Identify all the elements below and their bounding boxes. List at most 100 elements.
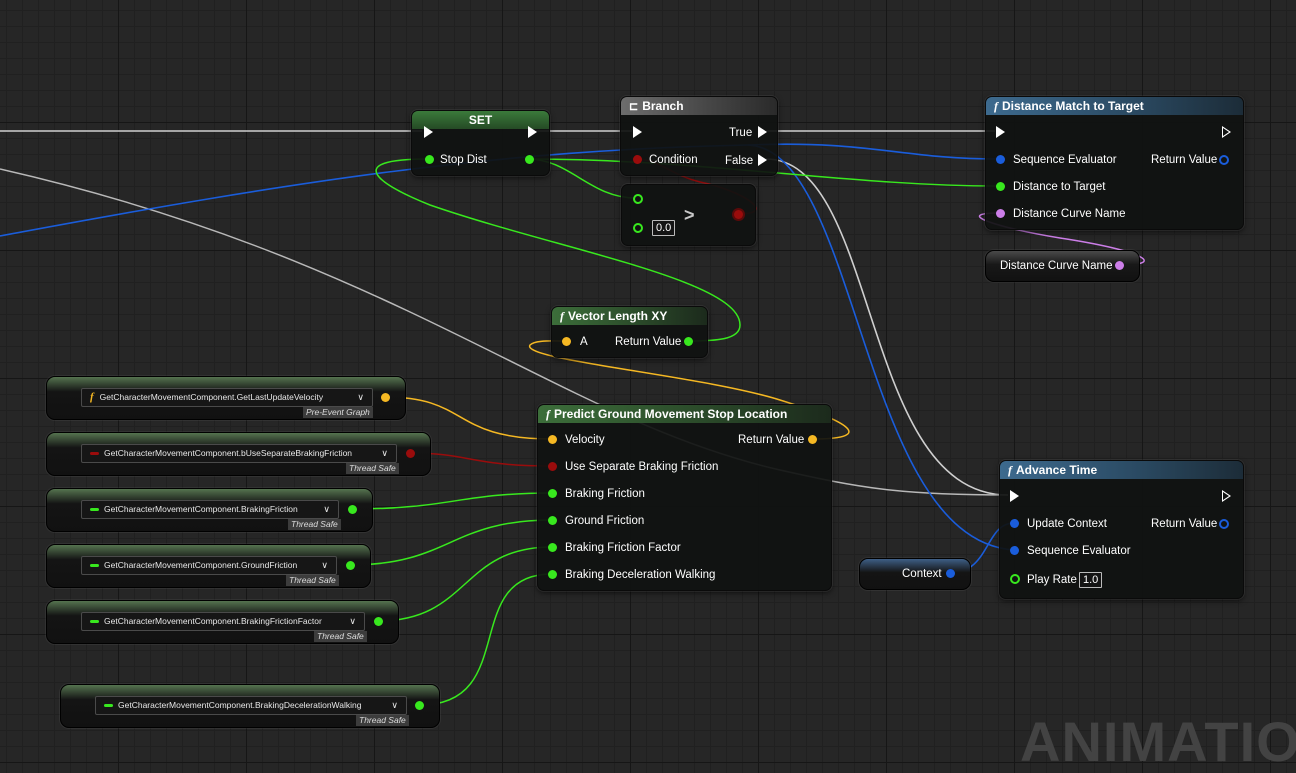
return-value-pin[interactable] — [808, 435, 817, 444]
braking-decel-walking-label: Braking Deceleration Walking — [565, 569, 716, 581]
condition-label: Condition — [649, 154, 698, 166]
return-value-pin[interactable] — [684, 337, 693, 346]
vector-a-label: A — [580, 336, 588, 348]
getter-dropdown[interactable]: GetCharacterMovementComponent.BrakingFri… — [81, 500, 339, 519]
float-dash-icon — [90, 508, 99, 512]
compare-a-pin[interactable] — [633, 194, 643, 204]
getter-out-pin[interactable] — [346, 561, 355, 570]
distance-to-target-pin[interactable] — [996, 182, 1005, 191]
return-value-pin[interactable] — [1219, 155, 1229, 165]
play-rate-pin[interactable] — [1010, 574, 1020, 584]
return-value-label: Return Value — [1151, 518, 1218, 530]
sequence-evaluator-pin[interactable] — [996, 155, 1005, 164]
set-node[interactable]: SET Stop Dist — [411, 110, 550, 176]
getter-dropdown[interactable]: GetCharacterMovementComponent.BrakingDec… — [95, 696, 407, 715]
getter-label: GetCharacterMovementComponent.bUseSepara… — [104, 448, 353, 458]
stop-dist-in-pin[interactable] — [425, 155, 434, 164]
distance-curve-name-variable[interactable]: Distance Curve Name — [985, 250, 1140, 282]
getter-out-pin[interactable] — [348, 505, 357, 514]
update-context-label: Update Context — [1027, 518, 1107, 530]
false-exec-pin[interactable] — [758, 154, 767, 166]
vector-length-node[interactable]: f Vector Length XY A Return Value — [551, 306, 708, 358]
return-value-label: Return Value — [615, 336, 682, 348]
predict-title: Predict Ground Movement Stop Location — [554, 407, 788, 421]
vector-a-pin[interactable] — [562, 337, 571, 346]
getter-out-pin[interactable] — [381, 393, 390, 402]
context-out-pin[interactable] — [946, 569, 955, 578]
float-wire — [377, 546, 553, 622]
distance-match-node[interactable]: f Distance Match to Target Sequence Evalu… — [985, 96, 1244, 230]
getter-out-pin[interactable] — [374, 617, 383, 626]
getter-tag: Thread Safe — [286, 575, 339, 586]
getter-tag: Thread Safe — [288, 519, 341, 530]
getter-dropdown[interactable]: GetCharacterMovementComponent.BrakingFri… — [81, 612, 365, 631]
getter-ground-friction[interactable]: GetCharacterMovementComponent.GroundFric… — [46, 544, 371, 588]
function-icon: f — [546, 407, 550, 421]
function-icon: f — [994, 99, 998, 113]
distance-curve-name-label: Distance Curve Name — [1013, 208, 1126, 220]
braking-decel-walking-pin[interactable] — [548, 570, 557, 579]
true-exec-pin[interactable] — [758, 126, 767, 138]
getter-label: GetCharacterMovementComponent.GroundFric… — [104, 560, 298, 570]
sequence-evaluator-label: Sequence Evaluator — [1013, 154, 1117, 166]
getter-use-separate-braking[interactable]: GetCharacterMovementComponent.bUseSepara… — [46, 432, 431, 476]
velocity-label: Velocity — [565, 434, 605, 446]
stop-dist-out-pin[interactable] — [525, 155, 534, 164]
getter-last-update-velocity[interactable]: f GetCharacterMovementComponent.GetLastUp… — [46, 376, 406, 420]
compare-node[interactable]: > 0.0 — [621, 184, 756, 246]
predict-stop-location-node[interactable]: f Predict Ground Movement Stop Location V… — [537, 404, 832, 591]
getter-braking-decel-walking[interactable]: GetCharacterMovementComponent.BrakingDec… — [60, 684, 440, 728]
branch-node[interactable]: ⊏ Branch True Condition False — [620, 96, 778, 176]
use-separate-braking-pin[interactable] — [548, 462, 557, 471]
braking-friction-label: Braking Friction — [565, 488, 645, 500]
velocity-pin[interactable] — [548, 435, 557, 444]
float-wire — [351, 492, 553, 510]
vector-length-title: Vector Length XY — [568, 309, 668, 323]
greater-than-operator: > — [684, 205, 695, 225]
getter-dropdown[interactable]: GetCharacterMovementComponent.GroundFric… — [81, 556, 337, 575]
function-icon: f — [1008, 463, 1012, 477]
advance-time-node[interactable]: f Advance Time Update Context Return Valu… — [999, 460, 1244, 599]
getter-braking-friction-factor[interactable]: GetCharacterMovementComponent.BrakingFri… — [46, 600, 399, 644]
context-variable[interactable]: Context — [859, 558, 971, 590]
compare-b-pin[interactable] — [633, 223, 643, 233]
exec-out-pin[interactable] — [528, 126, 537, 138]
sequence-evaluator-pin[interactable] — [1010, 546, 1019, 555]
stop-dist-label: Stop Dist — [440, 154, 487, 166]
getter-out-pin[interactable] — [415, 701, 424, 710]
getter-dropdown[interactable]: GetCharacterMovementComponent.bUseSepara… — [81, 444, 397, 463]
getter-label: GetCharacterMovementComponent.GetLastUpd… — [99, 392, 324, 402]
return-value-label: Return Value — [1151, 154, 1218, 166]
exec-in-pin[interactable] — [996, 126, 1005, 138]
chevron-down-icon: ∨ — [349, 616, 356, 626]
ground-friction-pin[interactable] — [548, 516, 557, 525]
getter-dropdown[interactable]: f GetCharacterMovementComponent.GetLastUp… — [81, 388, 373, 407]
exec-in-pin[interactable] — [633, 126, 642, 138]
false-label: False — [725, 155, 754, 167]
chevron-down-icon: ∨ — [381, 448, 388, 458]
branch-title: Branch — [642, 99, 684, 113]
float-wire — [349, 519, 553, 566]
braking-friction-factor-pin[interactable] — [548, 543, 557, 552]
float-dash-icon — [104, 704, 113, 708]
getter-label: GetCharacterMovementComponent.BrakingFri… — [104, 504, 298, 514]
play-rate-input[interactable]: 1.0 — [1079, 572, 1103, 588]
exec-in-pin[interactable] — [424, 126, 433, 138]
bool-dash-icon — [90, 452, 99, 456]
chevron-down-icon: ∨ — [391, 700, 398, 710]
update-context-pin[interactable] — [1010, 519, 1019, 528]
braking-friction-pin[interactable] — [548, 489, 557, 498]
exec-out-pin[interactable] — [1222, 126, 1231, 138]
distance-curve-name-pin[interactable] — [996, 209, 1005, 218]
exec-in-pin[interactable] — [1010, 490, 1019, 502]
distance-curve-name-out-pin[interactable] — [1115, 261, 1124, 270]
return-value-pin[interactable] — [1219, 519, 1229, 529]
exec-out-pin[interactable] — [1222, 490, 1231, 502]
float-dash-icon — [90, 564, 99, 568]
getter-tag: Thread Safe — [356, 715, 409, 726]
condition-pin[interactable] — [633, 155, 642, 164]
compare-out-pin[interactable] — [734, 210, 743, 219]
getter-out-pin[interactable] — [406, 449, 415, 458]
getter-braking-friction[interactable]: GetCharacterMovementComponent.BrakingFri… — [46, 488, 373, 532]
compare-b-input[interactable]: 0.0 — [652, 220, 676, 236]
